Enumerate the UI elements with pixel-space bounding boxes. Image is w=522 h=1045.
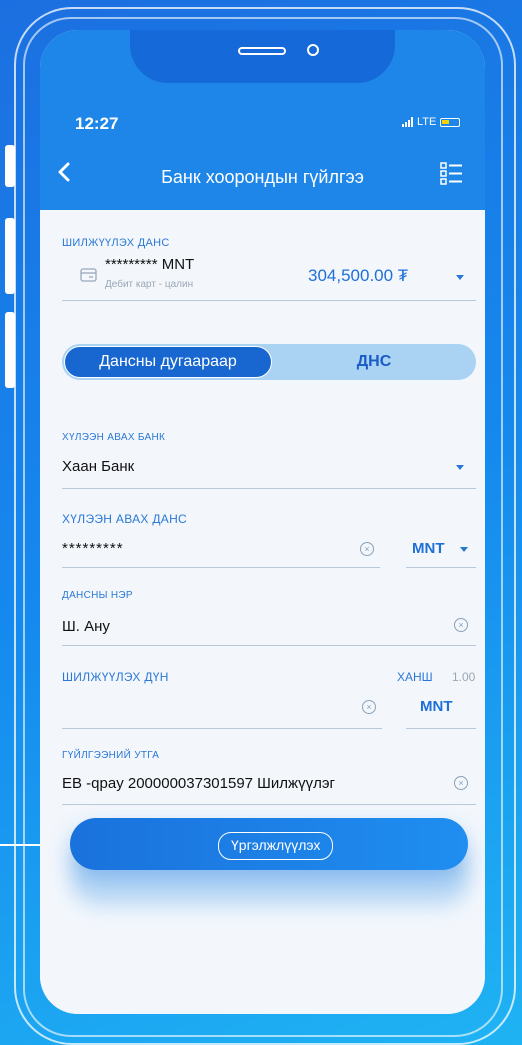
speaker-icon bbox=[238, 47, 286, 55]
account-name-value: Ш. Ану bbox=[62, 618, 110, 635]
source-account-type: Дебит карт - цалин bbox=[105, 279, 194, 290]
divider bbox=[62, 567, 380, 568]
page-title: Банк хоорондын гүйлгээ bbox=[161, 167, 364, 187]
receiver-currency-value: MNT bbox=[412, 540, 445, 557]
divider bbox=[62, 804, 476, 805]
phone-mute-button bbox=[5, 145, 15, 187]
receiver-bank-label: ХҮЛЭЭН АВАХ БАНК bbox=[62, 432, 166, 443]
continue-button-label: Үргэлжлүүлэх bbox=[218, 832, 334, 860]
tab-dns[interactable]: ДНС bbox=[272, 346, 476, 378]
rate-label: ХАНШ bbox=[397, 670, 433, 684]
receiver-currency-select[interactable]: MNT bbox=[406, 532, 476, 566]
tab-account-number[interactable]: Дансны дугаараар bbox=[64, 346, 272, 378]
amount-currency[interactable]: MNT bbox=[420, 698, 453, 715]
divider bbox=[406, 728, 476, 729]
signal-icon bbox=[402, 117, 413, 127]
status-time: 12:27 bbox=[75, 114, 119, 133]
source-account-label: ШИЛЖҮҮЛЭХ ДАНС bbox=[62, 237, 170, 249]
source-account-number: ********* MNT bbox=[105, 256, 195, 273]
account-name-field: Ш. Ану × bbox=[62, 608, 476, 644]
divider bbox=[62, 488, 476, 489]
receiver-account-value: ********* bbox=[62, 540, 124, 557]
phone-volume-down-button bbox=[5, 312, 15, 388]
clear-icon[interactable]: × bbox=[454, 776, 468, 790]
receiver-account-label: ХҮЛЭЭН АВАХ ДАНС bbox=[62, 512, 188, 526]
clear-icon[interactable]: × bbox=[454, 618, 468, 632]
network-label: LTE bbox=[417, 116, 437, 128]
account-name-label: ДАНСНЫ НЭР bbox=[62, 590, 133, 601]
description-input[interactable]: EB -qpay 200000037301597 Шилжүүлэг × bbox=[62, 766, 476, 802]
source-account-balance: 304,500.00 ₮ bbox=[308, 266, 409, 285]
clear-icon[interactable]: × bbox=[360, 542, 374, 556]
menu-button[interactable] bbox=[438, 158, 466, 188]
source-account-selector[interactable]: ********* MNT Дебит карт - цалин 304,500… bbox=[62, 256, 476, 300]
list-menu-icon bbox=[440, 162, 462, 185]
description-value: EB -qpay 200000037301597 Шилжүүлэг bbox=[62, 775, 335, 792]
status-indicators: LTE bbox=[402, 116, 461, 128]
phone-notch bbox=[130, 30, 395, 83]
phone-volume-up-button bbox=[5, 218, 15, 294]
receiver-bank-select[interactable]: Хаан Банк bbox=[62, 450, 476, 488]
description-label: ГҮЙЛГЭЭНИЙ УТГА bbox=[62, 750, 160, 761]
continue-button[interactable]: Үргэлжлүүлэх bbox=[70, 818, 468, 870]
divider bbox=[62, 645, 476, 646]
divider bbox=[62, 300, 476, 301]
amount-label: ШИЛЖҮҮЛЭХ ДҮН bbox=[62, 670, 169, 684]
chevron-down-icon bbox=[460, 547, 468, 552]
chevron-down-icon bbox=[456, 275, 464, 280]
amount-input[interactable]: × bbox=[62, 690, 380, 728]
receiver-account-input[interactable]: ********* × bbox=[62, 532, 380, 566]
phone-screen: 12:27 LTE Банк хоорондын гүйлгээ ШИЛЖҮҮЛ… bbox=[40, 30, 485, 1014]
card-icon bbox=[80, 268, 97, 282]
form-content: ШИЛЖҮҮЛЭХ ДАНС ********* MNT Дебит карт … bbox=[40, 210, 485, 1014]
divider bbox=[62, 728, 382, 729]
chevron-down-icon bbox=[456, 465, 464, 470]
camera-icon bbox=[307, 44, 319, 56]
rate-value: 1.00 bbox=[452, 670, 476, 684]
clear-icon[interactable]: × bbox=[362, 700, 376, 714]
lookup-mode-toggle: Дансны дугаараар ДНС bbox=[62, 344, 476, 380]
battery-icon bbox=[440, 117, 461, 127]
receiver-bank-value: Хаан Банк bbox=[62, 458, 135, 475]
divider bbox=[406, 567, 476, 568]
